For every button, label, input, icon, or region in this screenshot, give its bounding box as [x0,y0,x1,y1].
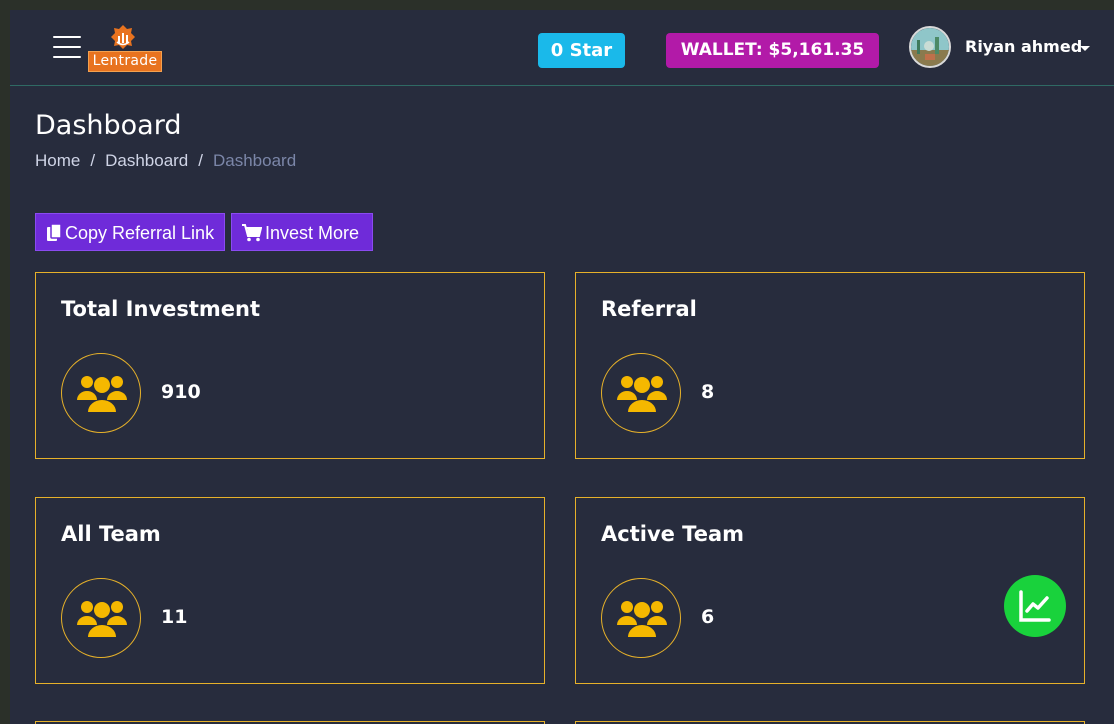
card-title: All Team [61,522,161,546]
breadcrumb-dashboard[interactable]: Dashboard [105,151,188,170]
user-name: Riyan ahmed [965,37,1083,56]
card-value: 8 [701,381,715,403]
chevron-down-icon [1080,46,1090,51]
breadcrumb-separator: / [198,151,203,170]
invest-more-button[interactable]: Invest More [231,213,373,251]
top-navbar: Lentrade 0 Star WALLET: $5,161.35 Riyan … [10,10,1114,86]
brand-logo[interactable]: Lentrade [88,24,162,72]
copy-icon [47,223,62,241]
invest-more-label: Invest More [265,223,360,243]
stat-card-total-investment: Total Investment 910 [35,272,545,459]
users-icon [61,353,141,433]
users-icon [601,578,681,658]
card-value: 11 [161,606,188,628]
card-value: 910 [161,381,201,403]
copy-referral-link-label: Copy Referral Link [65,223,215,243]
hamburger-menu-icon[interactable] [53,36,81,58]
card-title: Total Investment [61,297,261,321]
stat-card-all-team: All Team 11 [35,497,545,684]
app-frame: Lentrade 0 Star WALLET: $5,161.35 Riyan … [10,10,1114,724]
logo-wordmark: Lentrade [88,51,162,72]
star-badge: 0 Star [538,33,625,68]
card-value: 6 [701,606,715,628]
shopping-cart-icon [242,224,263,242]
users-icon [61,578,141,658]
logo-mark-icon [111,25,135,49]
card-title: Active Team [601,522,745,546]
line-chart-icon [1019,590,1051,622]
copy-referral-link-button[interactable]: Copy Referral Link [35,213,225,251]
breadcrumb-separator: / [90,151,96,170]
card-title: Referral [601,297,697,321]
stat-card-referral: Referral 8 [575,272,1085,459]
breadcrumb: Home / Dashboard / Dashboard [35,151,296,171]
avatar [909,26,951,68]
wallet-balance-badge: WALLET: $5,161.35 [666,33,879,68]
chart-floating-button[interactable] [1004,575,1066,637]
breadcrumb-current: Dashboard [213,151,297,170]
breadcrumb-home[interactable]: Home [35,151,80,170]
page-title: Dashboard [35,110,182,141]
users-icon [601,353,681,433]
